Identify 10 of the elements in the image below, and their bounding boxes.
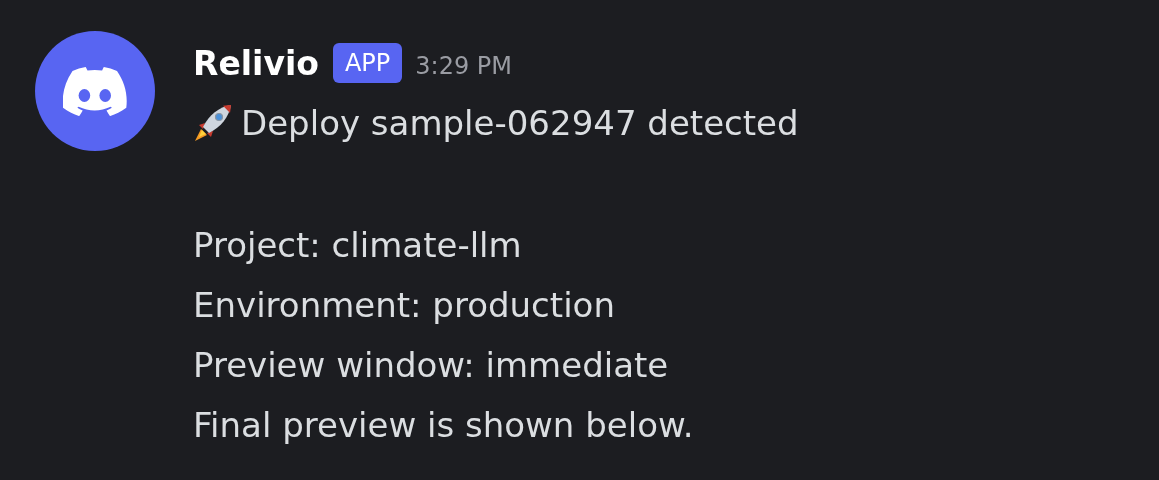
message-line: Preview window: immediate — [193, 344, 670, 387]
message-line: Environment: production — [193, 284, 616, 327]
rocket-icon — [193, 103, 233, 143]
author-name[interactable]: Relivio — [193, 43, 319, 83]
message-title: Deploy sample-062947 detected — [241, 103, 799, 143]
timestamp: 3:29 PM — [415, 52, 512, 80]
game-controller-icon — [63, 66, 127, 116]
app-badge: APP — [332, 43, 403, 83]
message-line: Final preview is shown below. — [193, 404, 695, 447]
message-line: Project: climate-llm — [193, 224, 523, 267]
